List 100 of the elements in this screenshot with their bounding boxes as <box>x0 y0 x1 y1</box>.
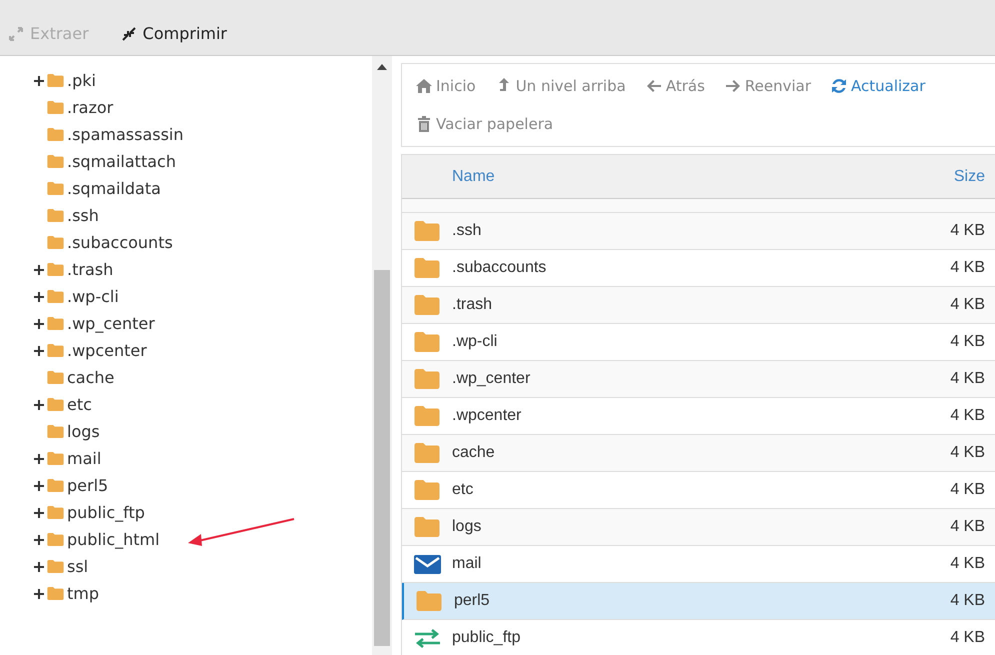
file-size: 4 KB <box>949 481 986 499</box>
folder-tree-item[interactable]: perl5 <box>67 476 108 495</box>
folder-icon <box>414 258 440 278</box>
file-name: .wp_center <box>452 370 532 388</box>
scroll-up-icon[interactable] <box>377 64 387 70</box>
nav-button[interactable]: Atrás <box>640 67 719 105</box>
file-name: .subaccounts <box>452 259 548 277</box>
file-size: 4 KB <box>949 222 986 240</box>
folder-tree-item[interactable]: .spamassassin <box>67 125 184 144</box>
file-row[interactable]: .wp_center 4 KB <box>402 361 995 398</box>
folder-icon <box>47 425 64 438</box>
right-arrow-icon <box>724 78 741 94</box>
expand-plus-icon[interactable] <box>34 562 44 572</box>
file-name: mail <box>452 555 482 573</box>
folder-tree-item[interactable]: etc <box>67 395 92 414</box>
expand-plus-icon[interactable] <box>34 264 44 274</box>
refresh-icon <box>831 78 848 94</box>
folder-tree-item[interactable]: .wp-cli <box>67 287 119 306</box>
folder-tree-item[interactable]: .ssh <box>67 206 99 225</box>
file-size: 4 KB <box>949 555 986 573</box>
expand-plus-icon[interactable] <box>34 534 44 544</box>
folder-icon <box>47 263 64 276</box>
expand-plus-icon[interactable] <box>34 480 44 490</box>
file-size: 4 KB <box>949 518 986 536</box>
folder-icon <box>47 290 64 303</box>
envelope-icon <box>414 554 440 574</box>
folder-icon <box>47 236 64 249</box>
expand-plus-icon[interactable] <box>34 76 44 86</box>
file-name: logs <box>452 518 482 536</box>
file-row[interactable]: logs 4 KB <box>402 509 995 546</box>
folder-tree-item[interactable]: .razor <box>67 98 114 117</box>
folder-icon <box>47 506 64 519</box>
folder-tree-item[interactable]: tmp <box>67 584 100 603</box>
file-row[interactable]: .ssh 4 KB <box>402 213 995 250</box>
file-name: public_ftp <box>452 629 522 647</box>
file-size: 4 KB <box>949 629 986 647</box>
folder-icon <box>47 317 64 330</box>
home-icon <box>416 78 432 94</box>
folder-tree-item[interactable]: .trash <box>67 260 114 279</box>
folder-icon <box>47 128 64 141</box>
folder-icon <box>47 344 64 357</box>
scrollbar[interactable] <box>372 56 392 655</box>
folder-icon <box>416 591 442 611</box>
file-row[interactable]: cache 4 KB <box>402 435 995 472</box>
expand-plus-icon[interactable] <box>34 292 44 302</box>
file-size: 4 KB <box>949 333 986 351</box>
expand-plus-icon[interactable] <box>34 346 44 356</box>
folder-icon <box>47 182 64 195</box>
folder-icon <box>47 209 64 222</box>
folder-tree-item[interactable]: .sqmailattach <box>67 152 176 171</box>
folder-tree-item[interactable]: logs <box>67 422 100 441</box>
folder-icon <box>414 332 440 352</box>
folder-icon <box>47 371 64 384</box>
folder-icon <box>47 101 64 114</box>
folder-icon <box>47 587 64 600</box>
scrollbar-thumb[interactable] <box>374 270 390 646</box>
expand-plus-icon[interactable] <box>34 508 44 518</box>
expand-arrows-icon <box>8 26 24 42</box>
folder-tree-item[interactable]: cache <box>67 368 114 387</box>
folder-icon <box>414 480 440 500</box>
folder-icon <box>414 369 440 389</box>
folder-icon <box>414 443 440 463</box>
file-size: 4 KB <box>949 370 986 388</box>
folder-tree-item[interactable]: public_ftp <box>67 503 145 522</box>
folder-tree-item[interactable]: ssl <box>67 557 88 576</box>
expand-plus-icon[interactable] <box>34 400 44 410</box>
file-name: cache <box>452 444 496 462</box>
toolbar-button[interactable]: Comprimir <box>114 22 233 45</box>
folder-tree-item[interactable]: .wpcenter <box>67 341 147 360</box>
folder-icon <box>414 295 440 315</box>
file-row[interactable]: perl5 4 KB <box>402 583 995 620</box>
file-name: .wpcenter <box>452 407 522 425</box>
folder-tree-item[interactable]: .pki <box>67 71 96 90</box>
nav-button[interactable]: Reenviar <box>718 67 826 105</box>
folder-tree-item[interactable]: .subaccounts <box>67 233 173 252</box>
folder-tree-item[interactable]: .wp_center <box>67 314 155 333</box>
folder-tree-item[interactable]: .sqmaildata <box>67 179 161 198</box>
folder-icon <box>47 398 64 411</box>
expand-plus-icon[interactable] <box>34 454 44 464</box>
folder-icon <box>47 479 64 492</box>
nav-button[interactable]: Actualizar <box>825 67 940 105</box>
expand-plus-icon[interactable] <box>34 588 44 598</box>
nav-button[interactable]: Inicio <box>410 67 490 105</box>
file-size: 4 KB <box>949 592 986 610</box>
folder-tree-item[interactable]: public_html <box>67 530 160 549</box>
nav-button[interactable]: Vaciar papelera <box>410 105 568 143</box>
nav-button[interactable]: Un nivel arriba <box>490 67 640 105</box>
expand-plus-icon[interactable] <box>34 318 44 328</box>
folder-tree-item[interactable]: mail <box>67 449 102 468</box>
folder-icon <box>414 517 440 537</box>
file-name: perl5 <box>454 592 491 610</box>
file-name: .ssh <box>452 222 482 240</box>
file-name: .trash <box>452 296 494 314</box>
folder-icon <box>47 560 64 573</box>
file-row[interactable]: .trash 4 KB <box>402 287 995 324</box>
trash-icon <box>416 116 432 132</box>
folder-icon <box>414 221 440 241</box>
file-name: etc <box>452 481 474 499</box>
folder-icon <box>47 452 64 465</box>
file-size: 4 KB <box>949 259 986 277</box>
